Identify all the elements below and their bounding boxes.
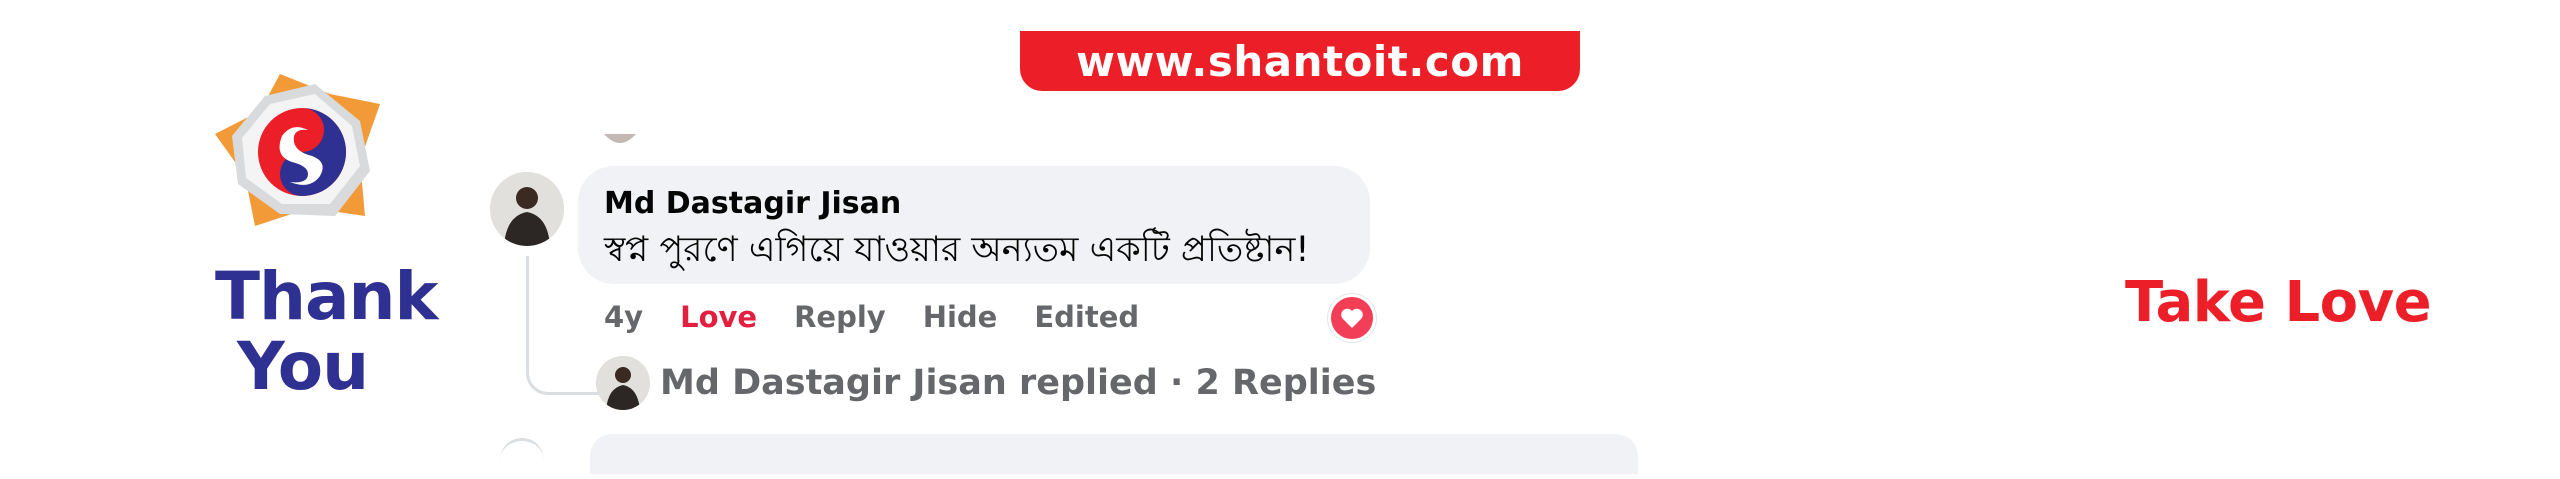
comment-actions: 4y Love Reply Hide Edited (604, 300, 1139, 334)
previous-avatar-fragment (604, 134, 636, 143)
avatar[interactable] (490, 172, 564, 246)
shantoit-star-logo-icon (215, 74, 380, 226)
reply-button[interactable]: Reply (794, 300, 886, 334)
take-love-text: Take Love (2125, 270, 2432, 335)
comment-text: স্বপ্ন পুরণে এগিয়ে যাওয়ার অন্যতম একটি … (604, 230, 1310, 270)
you-line: You (237, 328, 369, 405)
heart-icon (1341, 308, 1363, 328)
thread-connector (526, 256, 599, 395)
replies-summary[interactable]: Md Dastagir Jisan replied · 2 Replies (660, 363, 1376, 403)
love-reaction-button[interactable]: Love (680, 300, 757, 334)
view-replies-link[interactable]: Md Dastagir Jisan replied · 2 Replies (596, 356, 1376, 410)
next-thread-fragment (500, 438, 544, 461)
next-comment-fragment (590, 434, 1638, 474)
profile-photo-icon (596, 356, 650, 410)
comment-time[interactable]: 4y (604, 300, 643, 334)
profile-photo-icon (490, 172, 564, 246)
website-url[interactable]: www.shantoit.com (1076, 37, 1524, 86)
thank-line: Thank (215, 258, 438, 335)
hide-button[interactable]: Hide (923, 300, 998, 334)
reply-avatar (596, 356, 650, 410)
heart-reaction-icon[interactable] (1328, 294, 1376, 342)
website-banner: www.shantoit.com (1020, 31, 1580, 91)
comment-author[interactable]: Md Dastagir Jisan (604, 186, 901, 221)
thank-you-text: Thank You (215, 258, 438, 405)
edited-label[interactable]: Edited (1034, 300, 1139, 334)
